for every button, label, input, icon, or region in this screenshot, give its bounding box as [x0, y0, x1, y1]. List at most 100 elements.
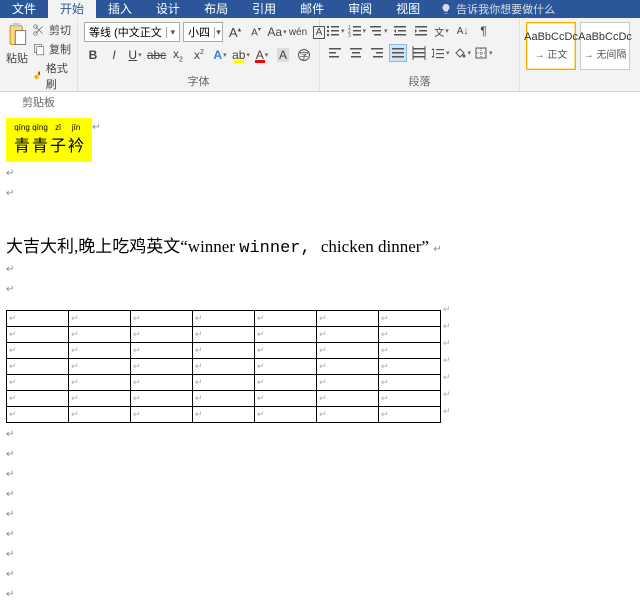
- distribute-button[interactable]: [410, 44, 428, 62]
- table-cell[interactable]: ↵: [317, 327, 379, 343]
- table-cell[interactable]: ↵: [255, 311, 317, 327]
- decrease-indent-button[interactable]: [391, 22, 409, 40]
- table-cell[interactable]: ↵: [193, 359, 255, 375]
- table-cell[interactable]: ↵: [69, 391, 131, 407]
- table-cell[interactable]: ↵: [131, 311, 193, 327]
- tab-file[interactable]: 文件: [0, 0, 48, 18]
- align-center-button[interactable]: [347, 44, 365, 62]
- char-shading-button[interactable]: A: [274, 46, 292, 64]
- table-cell[interactable]: ↵: [131, 359, 193, 375]
- cut-button[interactable]: 剪切: [32, 22, 71, 38]
- table-cell[interactable]: ↵: [379, 359, 441, 375]
- table-cell[interactable]: ↵: [69, 311, 131, 327]
- table-cell[interactable]: ↵: [131, 391, 193, 407]
- text-effects-button[interactable]: A▾: [211, 46, 229, 64]
- bold-button[interactable]: B: [84, 46, 102, 64]
- table-cell[interactable]: ↵: [379, 327, 441, 343]
- table-cell[interactable]: ↵: [7, 391, 69, 407]
- sort-button[interactable]: A↓: [454, 22, 472, 40]
- table-cell[interactable]: ↵: [379, 407, 441, 423]
- highlight-color-button[interactable]: ab▾: [232, 46, 250, 64]
- tab-view[interactable]: 视图: [384, 0, 432, 18]
- table-row[interactable]: ↵↵↵↵↵↵↵: [7, 375, 441, 391]
- tab-home[interactable]: 开始: [48, 0, 96, 18]
- table-cell[interactable]: ↵: [317, 391, 379, 407]
- show-marks-button[interactable]: ¶: [475, 22, 493, 40]
- table-cell[interactable]: ↵: [131, 375, 193, 391]
- superscript-button[interactable]: x2: [190, 46, 208, 64]
- grow-font-button[interactable]: A▴: [226, 23, 244, 41]
- table-cell[interactable]: ↵: [255, 327, 317, 343]
- table-cell[interactable]: ↵: [7, 375, 69, 391]
- table-cell[interactable]: ↵: [317, 343, 379, 359]
- table-cell[interactable]: ↵: [69, 359, 131, 375]
- shading-button[interactable]: ▾: [453, 44, 472, 62]
- table-cell[interactable]: ↵: [193, 407, 255, 423]
- table-cell[interactable]: ↵: [193, 343, 255, 359]
- align-right-button[interactable]: [368, 44, 386, 62]
- font-color-button[interactable]: A▾: [253, 46, 271, 64]
- bullets-button[interactable]: ▾: [326, 22, 345, 40]
- enclose-char-button[interactable]: 字: [295, 46, 313, 64]
- tab-references[interactable]: 引用: [240, 0, 288, 18]
- table-cell[interactable]: ↵: [131, 407, 193, 423]
- align-left-button[interactable]: [326, 44, 344, 62]
- numbering-button[interactable]: 123▾: [348, 22, 367, 40]
- change-case-button[interactable]: Aa▾: [268, 23, 286, 41]
- table-cell[interactable]: ↵: [255, 359, 317, 375]
- font-name-combo[interactable]: 等线 (中文正文 ▾: [84, 22, 180, 42]
- table-cell[interactable]: ↵: [379, 391, 441, 407]
- table-cell[interactable]: ↵: [69, 375, 131, 391]
- table-cell[interactable]: ↵: [379, 311, 441, 327]
- tell-me-search[interactable]: 告诉我你想要做什么: [440, 1, 555, 17]
- table-row[interactable]: ↵↵↵↵↵↵↵: [7, 343, 441, 359]
- table-cell[interactable]: ↵: [317, 311, 379, 327]
- asian-layout-button[interactable]: 文▾: [433, 22, 451, 40]
- pinyin-guide-button[interactable]: wén: [289, 23, 307, 41]
- increase-indent-button[interactable]: [412, 22, 430, 40]
- table-cell[interactable]: ↵: [255, 391, 317, 407]
- copy-button[interactable]: 复制: [32, 41, 71, 57]
- table-cell[interactable]: ↵: [69, 407, 131, 423]
- borders-button[interactable]: ▾: [474, 44, 493, 62]
- table-cell[interactable]: ↵: [193, 327, 255, 343]
- shrink-font-button[interactable]: A▾: [247, 23, 265, 41]
- table-row[interactable]: ↵↵↵↵↵↵↵: [7, 391, 441, 407]
- format-painter-button[interactable]: 格式刷: [32, 60, 71, 92]
- table-cell[interactable]: ↵: [379, 343, 441, 359]
- table-row[interactable]: ↵↵↵↵↵↵↵: [7, 359, 441, 375]
- multilevel-button[interactable]: ▾: [369, 22, 388, 40]
- table-row[interactable]: ↵↵↵↵↵↵↵: [7, 311, 441, 327]
- table-cell[interactable]: ↵: [193, 375, 255, 391]
- table-cell[interactable]: ↵: [7, 327, 69, 343]
- table-cell[interactable]: ↵: [7, 359, 69, 375]
- table-cell[interactable]: ↵: [379, 375, 441, 391]
- style-no-spacing[interactable]: AaBbCcDc → 无间隔: [580, 22, 630, 70]
- table-cell[interactable]: ↵: [317, 407, 379, 423]
- underline-button[interactable]: U▾: [126, 46, 144, 64]
- subscript-button[interactable]: x2: [169, 46, 187, 64]
- table-cell[interactable]: ↵: [255, 375, 317, 391]
- table-cell[interactable]: ↵: [69, 343, 131, 359]
- table-cell[interactable]: ↵: [317, 375, 379, 391]
- table-cell[interactable]: ↵: [255, 407, 317, 423]
- paste-icon[interactable]: [6, 22, 28, 48]
- table-cell[interactable]: ↵: [7, 311, 69, 327]
- strike-button[interactable]: abc: [147, 46, 166, 64]
- table-cell[interactable]: ↵: [193, 311, 255, 327]
- document-body[interactable]: qīng青qīng青zǐ子jīn衿 ↵ ↵ ↵ 大吉大利,晚上吃鸡英文“winn…: [0, 92, 640, 603]
- tab-layout[interactable]: 布局: [192, 0, 240, 18]
- document-table[interactable]: ↵↵↵↵↵↵↵↵↵↵↵↵↵↵↵↵↵↵↵↵↵↵↵↵↵↵↵↵↵↵↵↵↵↵↵↵↵↵↵↵…: [6, 304, 640, 423]
- table-row[interactable]: ↵↵↵↵↵↵↵: [7, 327, 441, 343]
- table-cell[interactable]: ↵: [7, 407, 69, 423]
- table-cell[interactable]: ↵: [131, 343, 193, 359]
- tab-mailings[interactable]: 邮件: [288, 0, 336, 18]
- table-cell[interactable]: ↵: [69, 327, 131, 343]
- line-spacing-button[interactable]: ▾: [431, 44, 450, 62]
- table-cell[interactable]: ↵: [255, 343, 317, 359]
- italic-button[interactable]: I: [105, 46, 123, 64]
- style-normal[interactable]: AaBbCcDc → 正文: [526, 22, 576, 70]
- font-size-combo[interactable]: 小四 ▾: [183, 22, 223, 42]
- align-justify-button[interactable]: [389, 44, 407, 62]
- tab-review[interactable]: 审阅: [336, 0, 384, 18]
